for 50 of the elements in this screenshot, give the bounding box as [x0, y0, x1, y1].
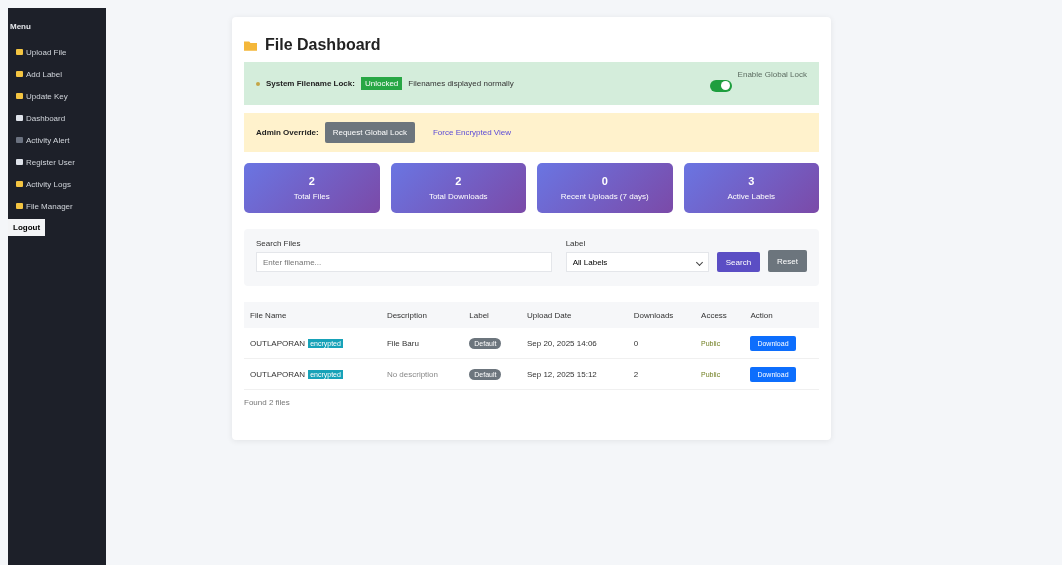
file-name: OUTLAPORAN — [250, 338, 306, 348]
sidebar-item[interactable]: Add Label — [8, 63, 106, 85]
sidebar-item[interactable]: Register User — [8, 151, 106, 173]
reset-button[interactable]: Reset — [768, 250, 807, 272]
sidebar-item[interactable]: Upload File — [8, 41, 106, 63]
request-lock-button[interactable]: Request Global Lock — [324, 122, 415, 143]
stat-label: Active Labels — [727, 192, 776, 201]
search-button[interactable]: Search — [716, 252, 761, 272]
stat-label: Recent Uploads (7 days) — [560, 192, 649, 201]
stat-label: Total Files — [293, 192, 330, 201]
file-count: Found 2 files — [244, 398, 291, 407]
stat-label: Total Downloads — [428, 192, 488, 201]
stat-value: 2 — [455, 175, 462, 187]
label-select[interactable]: All Labels — [565, 252, 709, 272]
sidebar-item[interactable]: File Manager — [8, 195, 106, 217]
folder-icon — [244, 39, 257, 51]
search-field[interactable]: Enter filename... — [256, 252, 552, 272]
file-description: No description — [386, 369, 438, 379]
page-title: File Dashboard — [265, 36, 381, 54]
sidebar-item[interactable]: Activity Alert — [8, 129, 106, 151]
stat-value: 3 — [748, 175, 755, 187]
lock-label: System Filename Lock: — [266, 79, 355, 88]
logout-button[interactable]: Logout — [8, 219, 46, 236]
sidebar-item[interactable]: Activity Logs — [8, 173, 106, 195]
file-description: File Baru — [386, 338, 419, 348]
search-label: Search Files — [256, 239, 302, 248]
label-filter-label: Label — [565, 239, 587, 248]
upload-date: Sep 20, 2025 14:06 — [526, 338, 597, 348]
file-name: OUTLAPORAN — [250, 369, 306, 379]
column-header: Action — [744, 302, 819, 328]
status-badge: Unlocked — [360, 77, 403, 90]
admin-label: Admin Override: — [256, 128, 319, 137]
column-header: Access — [695, 302, 745, 328]
column-header: File Name — [244, 302, 381, 328]
upload-date: Sep 12, 2025 15:12 — [526, 369, 597, 379]
download-count: 0 — [633, 338, 639, 348]
sidebar-item[interactable]: Dashboard — [8, 107, 106, 129]
lock-status: Filenames displayed normally — [408, 79, 514, 88]
toggle-label: Enable Global Lock — [737, 70, 807, 79]
column-header: Description — [380, 302, 464, 328]
stat-value: 2 — [308, 175, 315, 187]
column-header: Upload Date — [520, 302, 628, 328]
stat-value: 0 — [601, 175, 608, 187]
column-header: Label — [463, 302, 521, 328]
download-count: 2 — [633, 369, 639, 379]
sidebar-item[interactable]: Update Key — [8, 85, 106, 107]
toggle-switch[interactable] — [709, 79, 732, 92]
column-header: Downloads — [627, 302, 696, 328]
menu-heading: Menu — [9, 22, 32, 33]
encrypted-view-link[interactable]: Force Encrypted View — [432, 128, 512, 137]
